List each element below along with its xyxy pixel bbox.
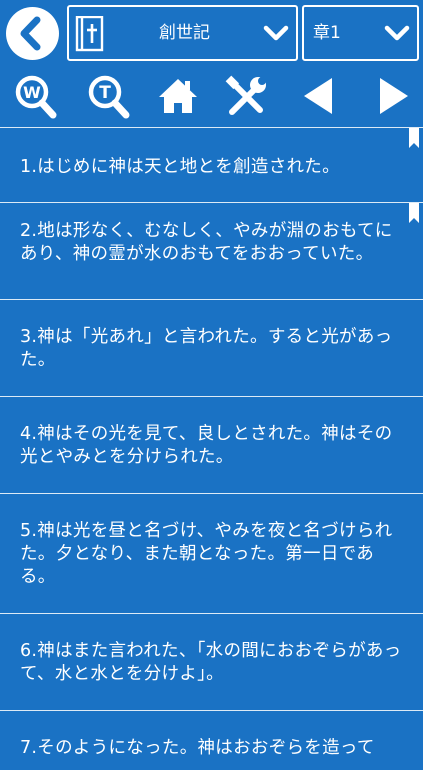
verse-item[interactable]: 1.はじめに神は天と地とを創造された。 xyxy=(0,127,423,202)
home-icon xyxy=(159,79,197,113)
verse-text: 7.そのようになった。神はおおぞらを造って xyxy=(20,738,375,758)
chevron-down-icon xyxy=(263,25,289,41)
bookmark-ribbon-icon xyxy=(409,203,419,223)
verse-item[interactable]: 6.神はまた言われた、「水の間におおぞらがあって、水と水とを分けよ」。 xyxy=(0,613,423,710)
bookmark-ribbon-icon xyxy=(409,128,419,148)
chevron-down-icon xyxy=(384,25,410,41)
settings-button[interactable] xyxy=(222,70,270,122)
verse-list: 1.はじめに神は天と地とを創造された。 2.地は形なく、むなしく、やみが淵のおも… xyxy=(0,127,423,770)
chapter-selector[interactable]: 章1 xyxy=(302,5,419,61)
verse-item[interactable]: 3.神は「光あれ」と言われた。すると光があった。 xyxy=(0,299,423,396)
previous-chapter-button[interactable] xyxy=(294,70,342,122)
svg-text:T: T xyxy=(99,83,111,103)
verse-item[interactable]: 7.そのようになった。神はおおぞらを造って xyxy=(0,710,423,770)
verse-item[interactable]: 2.地は形なく、むなしく、やみが淵のおもてにあり、神の霊が水のおもてをおおってい… xyxy=(0,202,423,299)
triangle-left-icon xyxy=(304,78,332,114)
word-search-button[interactable]: W xyxy=(11,70,59,122)
verse-text: 1.はじめに神は天と地とを創造された。 xyxy=(20,157,340,177)
back-button[interactable] xyxy=(6,7,59,60)
verse-text: 3.神は「光あれ」と言われた。すると光があった。 xyxy=(20,327,393,370)
verse-item[interactable]: 4.神はその光を見て、良しとされた。神はその光とやみとを分けられた。 xyxy=(0,396,423,493)
top-bar: 創世記 章1 xyxy=(0,0,423,68)
home-button[interactable] xyxy=(154,70,202,122)
next-chapter-button[interactable] xyxy=(370,70,418,122)
chapter-name: 章1 xyxy=(313,23,341,43)
verse-text: 2.地は形なく、むなしく、やみが淵のおもてにあり、神の霊が水のおもてをおおってい… xyxy=(20,221,393,264)
book-selector[interactable]: 創世記 xyxy=(67,5,298,61)
text-search-button[interactable]: T xyxy=(84,70,132,122)
book-name: 創世記 xyxy=(159,23,210,43)
tools-icon xyxy=(225,75,266,115)
triangle-right-icon xyxy=(380,78,408,114)
chevron-left-icon xyxy=(20,16,41,51)
verse-text: 5.神は光を昼と名づけ、やみを夜と名づけられた。夕となり、また朝となった。第一日… xyxy=(20,521,393,587)
verse-item[interactable]: 5.神は光を昼と名づけ、やみを夜と名づけられた。夕となり、また朝となった。第一日… xyxy=(0,493,423,613)
bible-icon xyxy=(75,16,104,52)
verse-text: 6.神はまた言われた、「水の間におおぞらがあって、水と水とを分けよ」。 xyxy=(20,641,402,684)
svg-text:W: W xyxy=(23,83,41,102)
verse-text: 4.神はその光を見て、良しとされた。神はその光とやみとを分けられた。 xyxy=(20,424,393,467)
toolbar: W T xyxy=(0,70,423,122)
magnifier-t-icon: T xyxy=(88,75,130,119)
magnifier-w-icon: W xyxy=(15,75,57,119)
